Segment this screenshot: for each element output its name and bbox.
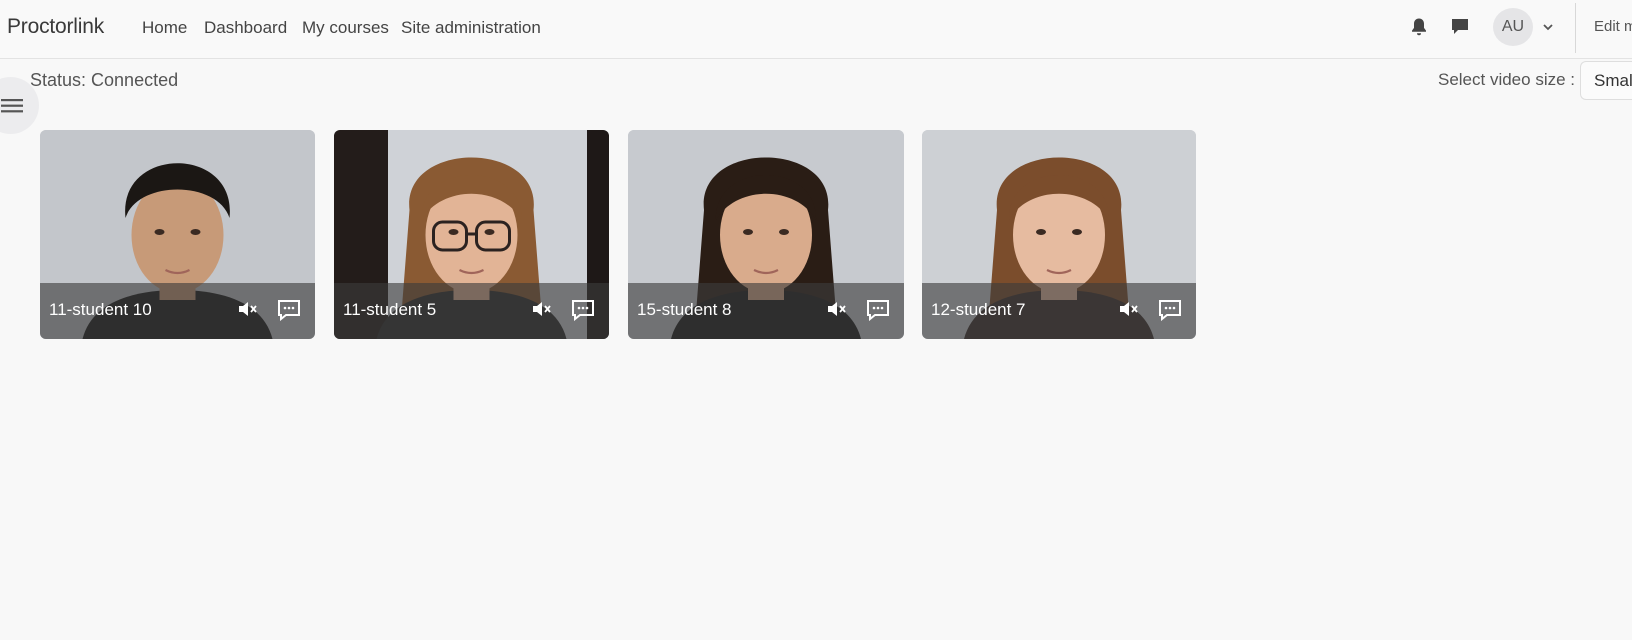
speaker-muted-icon[interactable]: [237, 301, 259, 322]
nav-link-home[interactable]: Home: [142, 18, 187, 38]
chevron-down-icon[interactable]: [1542, 19, 1554, 37]
bell-icon[interactable]: [1410, 17, 1428, 42]
connection-status: Status: Connected: [30, 70, 179, 90]
speaker-muted-icon[interactable]: [531, 301, 553, 322]
user-avatar[interactable]: AU: [1493, 8, 1533, 46]
speaker-muted-icon[interactable]: [1118, 301, 1140, 322]
nav-link-my-courses[interactable]: My courses: [302, 18, 389, 38]
chat-bubble-icon[interactable]: [866, 299, 890, 326]
student-name-label: 11-student 10: [49, 300, 152, 319]
video-caption-bar: 15-student 8: [628, 283, 904, 339]
student-name-label: 15-student 8: [637, 300, 732, 319]
video-size-label: Select video size :: [1437, 70, 1575, 89]
nav-link-dashboard[interactable]: Dashboard: [204, 18, 287, 38]
video-caption-bar: 11-student 5: [334, 283, 609, 339]
nav-link-site-administration[interactable]: Site administration: [401, 18, 541, 38]
video-caption-bar: 11-student 10: [40, 283, 315, 339]
site-brand[interactable]: Proctorlink: [7, 15, 104, 39]
navbar-divider: [1575, 3, 1576, 53]
chat-bubble-icon[interactable]: [277, 299, 301, 326]
student-video-tile[interactable]: 15-student 8: [628, 130, 904, 339]
video-caption-bar: 12-student 7: [922, 283, 1196, 339]
student-video-tile[interactable]: 11-student 10: [40, 130, 315, 339]
student-video-tile[interactable]: 11-student 5: [334, 130, 609, 339]
edit-mode-toggle[interactable]: Edit mode: [1594, 18, 1632, 35]
student-name-label: 11-student 5: [343, 300, 437, 319]
chat-bubble-icon[interactable]: [1158, 299, 1182, 326]
chat-bubble-icon[interactable]: [571, 299, 595, 326]
student-name-label: 12-student 7: [931, 300, 1026, 319]
speaker-muted-icon[interactable]: [826, 301, 848, 322]
student-video-tile[interactable]: 12-student 7: [922, 130, 1196, 339]
top-navbar: Proctorlink Home Dashboard My courses Si…: [0, 0, 1632, 59]
video-size-select[interactable]: Small: [1580, 61, 1632, 100]
hamburger-menu-icon: [1, 99, 23, 113]
message-icon[interactable]: [1450, 17, 1470, 41]
